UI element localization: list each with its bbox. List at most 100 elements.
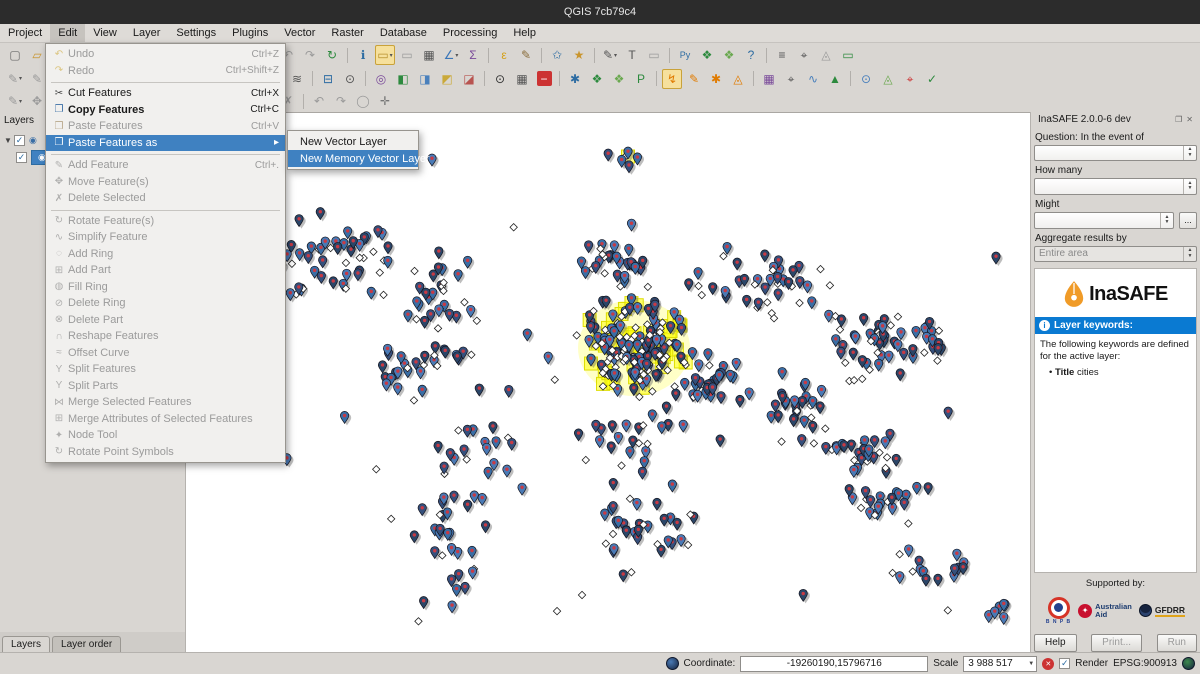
statistics-icon[interactable]: Σ <box>463 45 483 65</box>
menu-item-new-vector-layer[interactable]: New Vector Layer <box>288 133 418 150</box>
inasafe-keywords-icon[interactable]: ✎ <box>684 69 704 89</box>
undo-edit-icon[interactable]: ↶ <box>309 91 329 111</box>
processing-toolbox-icon[interactable]: ✱ <box>565 69 585 89</box>
move-feature-icon[interactable]: ✥ <box>27 91 47 111</box>
split-features-icon: Y <box>50 364 68 375</box>
decorations-icon[interactable]: ◬ <box>816 45 836 65</box>
coordinate-capture-icon[interactable]: ⌖ <box>794 45 814 65</box>
cad-tools-icon[interactable]: ✛ <box>375 91 395 111</box>
attribute-table-icon[interactable]: ▦ <box>419 45 439 65</box>
help-contents-icon[interactable]: ? <box>741 45 761 65</box>
python-console-icon[interactable]: Py <box>675 45 695 65</box>
menubar-item-help[interactable]: Help <box>505 24 544 42</box>
label-settings-icon[interactable]: ✎ <box>516 45 536 65</box>
stop-render-icon[interactable]: ✕ <box>1042 658 1054 670</box>
layer-checkbox[interactable]: ✓ <box>14 135 25 146</box>
zoom-next-icon[interactable]: ↷ <box>300 45 320 65</box>
scale-combobox[interactable]: 3 988 517▼ <box>963 656 1037 672</box>
menubar-item-edit[interactable]: Edit <box>50 24 85 42</box>
vector-clip-icon[interactable]: ◧ <box>393 69 413 89</box>
menubar-item-database[interactable]: Database <box>372 24 435 42</box>
plugin-b-icon[interactable]: P <box>631 69 651 89</box>
query-builder-icon[interactable]: ⊙ <box>340 69 360 89</box>
hazard-combobox[interactable]: ▲▼ <box>1034 145 1197 162</box>
menubar-item-settings[interactable]: Settings <box>168 24 224 42</box>
terrain-analysis-icon[interactable]: ▲ <box>825 69 845 89</box>
show-bookmarks-icon[interactable]: ★ <box>569 45 589 65</box>
help-button[interactable]: Help <box>1034 634 1077 652</box>
function-options-button[interactable]: ... <box>1179 212 1197 229</box>
menubar-item-vector[interactable]: Vector <box>276 24 323 42</box>
menu-item-paste-features-as[interactable]: ❒Paste Features as▸ <box>46 135 285 152</box>
select-features-icon[interactable]: ▭▾ <box>375 45 395 65</box>
menubar-item-view[interactable]: View <box>85 24 125 42</box>
vector-buffer-icon[interactable]: ◎ <box>371 69 391 89</box>
refresh-map-icon[interactable]: ↻ <box>322 45 342 65</box>
menubar-item-project[interactable]: Project <box>0 24 50 42</box>
metasearch-icon[interactable]: ⊙ <box>856 69 876 89</box>
osm-icon[interactable]: ◬ <box>878 69 898 89</box>
world-point-map <box>186 113 1030 653</box>
remove-layer-icon[interactable]: − <box>534 69 554 89</box>
gps-icon[interactable]: ⌖ <box>900 69 920 89</box>
measure-icon[interactable]: ∠▾ <box>441 45 461 65</box>
redo-edit-icon[interactable]: ↷ <box>331 91 351 111</box>
tab-layers[interactable]: Layers <box>2 636 50 652</box>
expander-icon[interactable]: ▼ <box>2 136 14 145</box>
menu-item-redo: ↷RedoCtrl+Shift+Z <box>46 63 285 80</box>
labeling-icon[interactable]: ε <box>494 45 514 65</box>
menu-item-copy-features[interactable]: ❐Copy FeaturesCtrl+C <box>46 102 285 119</box>
current-edits-icon[interactable]: ✎▾ <box>5 69 25 89</box>
plugin-installer-icon[interactable]: ❖ <box>719 45 739 65</box>
georeferencer-icon[interactable]: ⌖ <box>781 69 801 89</box>
vector-union-icon[interactable]: ◨ <box>415 69 435 89</box>
inasafe-toggle-icon[interactable]: ↯ <box>662 69 682 89</box>
toolbar-separator <box>594 48 595 63</box>
circle-tool-icon[interactable]: ◯ <box>353 91 373 111</box>
db-manager-icon[interactable]: ⊟ <box>318 69 338 89</box>
exposure-combobox[interactable]: ▲▼ <box>1034 178 1197 195</box>
overview-icon[interactable]: ▭ <box>838 45 858 65</box>
form-annotation-icon[interactable]: ▭ <box>644 45 664 65</box>
plugin-manager-icon[interactable]: ❖ <box>697 45 717 65</box>
new-project-icon[interactable]: ▢ <box>5 45 25 65</box>
coordinate-input[interactable]: -19260190,15796716 <box>740 656 928 672</box>
menubar-item-plugins[interactable]: Plugins <box>224 24 276 42</box>
grid-icon[interactable]: ▦ <box>512 69 532 89</box>
function-combobox[interactable]: ▲▼ <box>1034 212 1174 229</box>
model-builder-icon[interactable]: ❖ <box>587 69 607 89</box>
add-csv-layer-icon[interactable]: ≋ <box>287 69 307 89</box>
render-checkbox[interactable]: ✓ <box>1059 658 1070 669</box>
dock-close-icon[interactable]: ✕ <box>1186 115 1193 124</box>
api-documentation-icon[interactable]: ≡ <box>772 45 792 65</box>
menubar-item-raster[interactable]: Raster <box>323 24 371 42</box>
text-annotation-icon[interactable]: T <box>622 45 642 65</box>
interpolation-icon[interactable]: ∿ <box>803 69 823 89</box>
toggle-editing-icon[interactable]: ✎ <box>27 69 47 89</box>
menu-item-new-memory-vector-layer[interactable]: New Memory Vector Layer <box>288 150 418 167</box>
menubar-item-layer[interactable]: Layer <box>125 24 169 42</box>
raster-calculator-icon[interactable]: ▦ <box>759 69 779 89</box>
epsg-status[interactable]: EPSG:900913 <box>1113 658 1177 669</box>
inasafe-batch-icon[interactable]: ◬ <box>728 69 748 89</box>
topology-checker-icon[interactable]: ✓ <box>922 69 942 89</box>
new-bookmark-icon[interactable]: ✩ <box>547 45 567 65</box>
menu-item-cut-features[interactable]: ✂Cut FeaturesCtrl+X <box>46 85 285 102</box>
map-canvas[interactable] <box>186 112 1030 652</box>
crs-status-icon[interactable] <box>1182 657 1195 670</box>
layer-checkbox[interactable]: ✓ <box>16 152 27 163</box>
menubar-item-processing[interactable]: Processing <box>435 24 505 42</box>
vector-intersect-icon[interactable]: ◪ <box>459 69 479 89</box>
search-icon[interactable]: ⊙ <box>490 69 510 89</box>
deselect-features-icon[interactable]: ▭ <box>397 45 417 65</box>
menu-item-paste-features: ❒Paste FeaturesCtrl+V <box>46 118 285 135</box>
tab-layer-order[interactable]: Layer order <box>52 636 121 652</box>
open-project-icon[interactable]: ▱ <box>27 45 47 65</box>
annotation-icon[interactable]: ✎▾ <box>600 45 620 65</box>
inasafe-options-icon[interactable]: ✱ <box>706 69 726 89</box>
vector-dissolve-icon[interactable]: ◩ <box>437 69 457 89</box>
allow-edits-icon[interactable]: ✎▾ <box>5 91 25 111</box>
plugin-a-icon[interactable]: ❖ <box>609 69 629 89</box>
identify-icon[interactable]: ℹ <box>353 45 373 65</box>
dock-float-icon[interactable]: ❐ <box>1175 115 1182 124</box>
